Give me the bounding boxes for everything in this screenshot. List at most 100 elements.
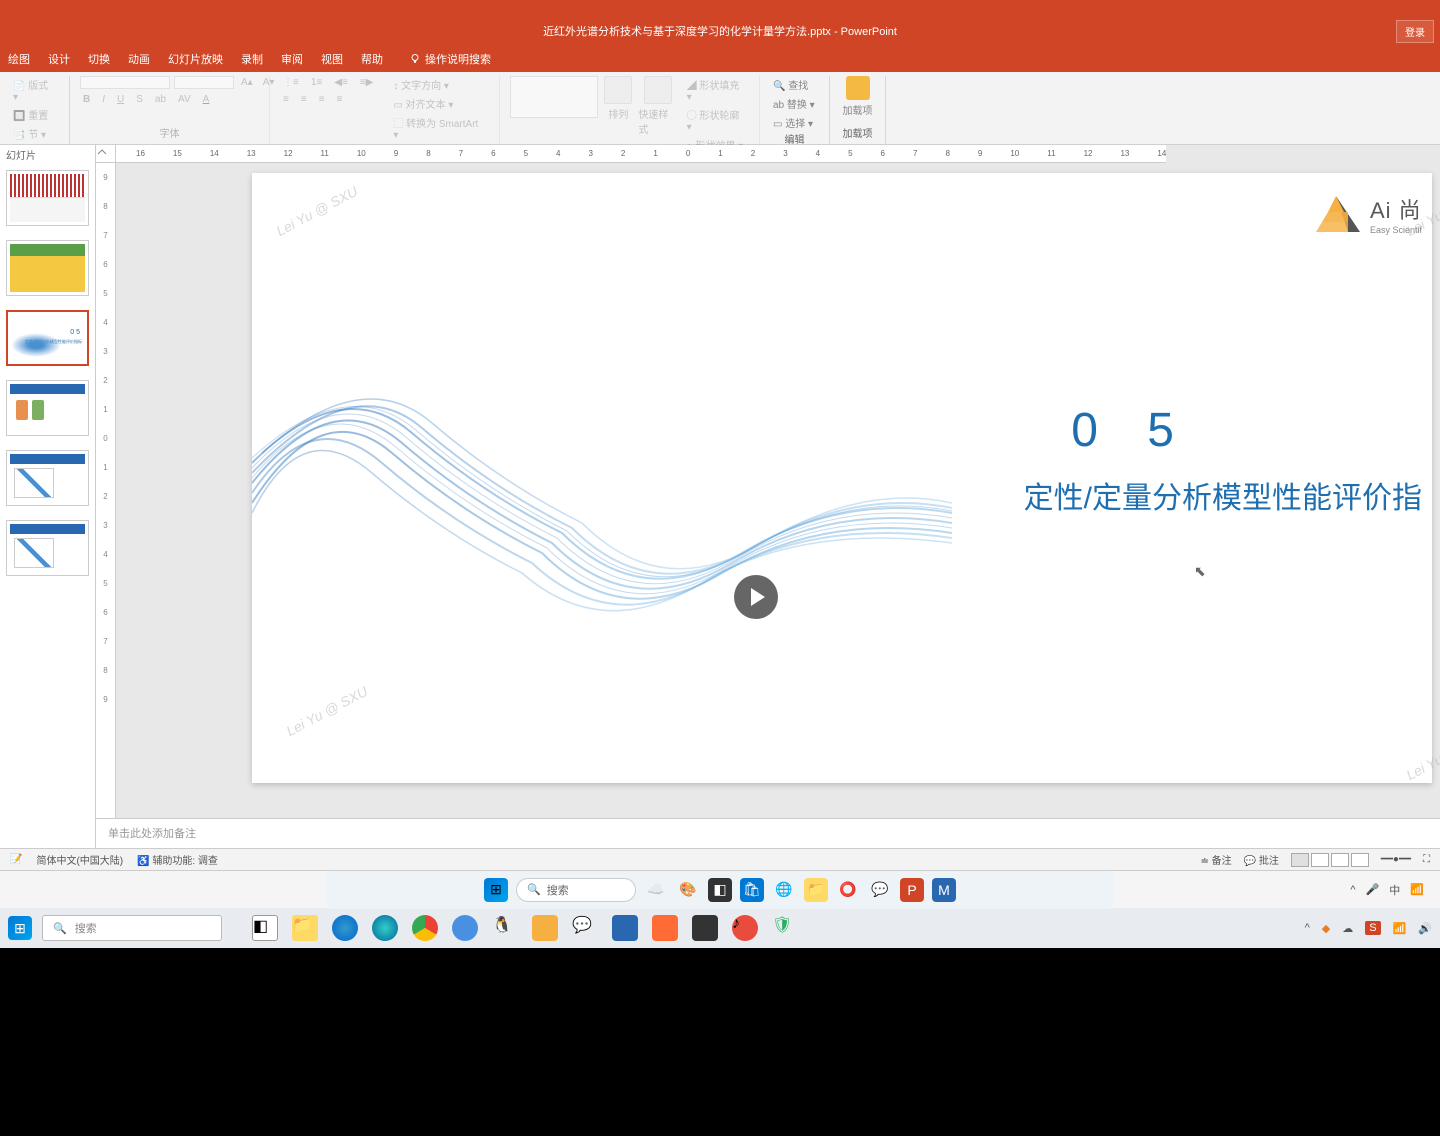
terminal-icon[interactable]: [692, 915, 718, 941]
shape-outline-button[interactable]: ◯ 形状轮廓 ▾: [684, 106, 749, 134]
align-text-button[interactable]: ▭ 对齐文本 ▾: [390, 95, 489, 112]
login-button[interactable]: 登录: [1396, 20, 1434, 43]
slide-thumbnail-active[interactable]: 0 5定性/定量分析模型性能评价指标: [6, 310, 89, 366]
addins-button[interactable]: 加载项: [843, 76, 873, 117]
reset-button[interactable]: 🔲 重置: [10, 106, 51, 123]
menu-record[interactable]: 录制: [241, 51, 263, 67]
indent-decrease-button[interactable]: ◀≡: [331, 76, 351, 89]
windows-start-button[interactable]: ⊞: [484, 878, 508, 902]
align-center-button[interactable]: ≡: [298, 93, 310, 106]
video-play-button[interactable]: [734, 575, 778, 619]
menu-help[interactable]: 帮助: [361, 51, 383, 67]
select-button[interactable]: ▭ 选择 ▾: [770, 114, 816, 131]
language-status[interactable]: 简体中文(中国大陆): [36, 852, 123, 867]
windows-start-button-outer[interactable]: ⊞: [8, 916, 32, 940]
reading-view-button[interactable]: [1331, 853, 1349, 867]
slideshow-view-button[interactable]: [1351, 853, 1369, 867]
inner-search-box[interactable]: 🔍 搜索: [516, 878, 636, 902]
chevron-up-icon[interactable]: [96, 146, 108, 158]
font-family-dropdown[interactable]: [80, 76, 170, 89]
edge-icon[interactable]: [332, 915, 358, 941]
fit-to-window-button[interactable]: ⛶: [1423, 854, 1430, 865]
ime-indicator[interactable]: 中: [1389, 882, 1400, 898]
outer-search-box[interactable]: 🔍 搜索: [42, 915, 222, 941]
tray-app-icon[interactable]: ◆: [1322, 922, 1330, 935]
smartart-button[interactable]: ⬚ 转换为 SmartArt ▾: [390, 114, 489, 142]
italic-button[interactable]: I: [99, 93, 108, 106]
find-button[interactable]: 🔍 查找: [770, 76, 811, 93]
slide-thumbnail[interactable]: [6, 380, 89, 436]
slide-thumbnails-panel[interactable]: 幻灯片 0 5定性/定量分析模型性能评价指标: [0, 145, 96, 848]
chrome-icon[interactable]: ⭕: [836, 878, 860, 902]
strikethrough-button[interactable]: S: [133, 93, 146, 106]
security-icon[interactable]: 🛡: [772, 915, 798, 941]
chevron-up-icon[interactable]: ^: [1350, 884, 1355, 896]
powerpoint-icon[interactable]: P: [900, 878, 924, 902]
layout-dropdown[interactable]: 📄 版式 ▾: [10, 76, 59, 104]
tell-me-search[interactable]: 操作说明搜索: [409, 51, 491, 67]
task-view-icon[interactable]: ◧: [708, 878, 732, 902]
task-view-icon[interactable]: ◧: [252, 915, 278, 941]
tray-chevron-icon[interactable]: ^: [1305, 922, 1310, 934]
font-size-dropdown[interactable]: [174, 76, 234, 89]
qq-icon[interactable]: 🐧: [492, 915, 518, 941]
menu-review[interactable]: 审阅: [281, 51, 303, 67]
edge-icon[interactable]: 🌐: [772, 878, 796, 902]
menu-transitions[interactable]: 切换: [88, 51, 110, 67]
bold-button[interactable]: B: [80, 93, 93, 106]
shape-fill-button[interactable]: ◢ 形状填充 ▾: [684, 76, 749, 104]
zoom-slider[interactable]: ━━●━━: [1381, 854, 1411, 865]
spellcheck-icon[interactable]: 📝: [10, 854, 22, 865]
replace-button[interactable]: ab 替换 ▾: [770, 95, 818, 112]
slide-canvas[interactable]: Lei Yu @ SXU Lei Yu @ SXU Lei Yu @ SXU L…: [116, 163, 1440, 818]
arrange-button[interactable]: 排列: [604, 76, 632, 121]
explorer-icon[interactable]: 📁: [292, 915, 318, 941]
store-icon[interactable]: 🛍: [740, 878, 764, 902]
app-blue-icon[interactable]: [612, 915, 638, 941]
sorter-view-button[interactable]: [1311, 853, 1329, 867]
align-left-button[interactable]: ≡: [280, 93, 292, 106]
slide-thumbnail[interactable]: [6, 520, 89, 576]
slide-thumbnail[interactable]: [6, 450, 89, 506]
menu-slideshow[interactable]: 幻灯片放映: [168, 51, 223, 67]
underline-button[interactable]: U: [114, 93, 127, 106]
explorer-icon[interactable]: 📁: [804, 878, 828, 902]
browser-icon[interactable]: [452, 915, 478, 941]
onedrive-icon[interactable]: ☁: [1342, 922, 1353, 935]
volume-icon[interactable]: 🔊: [1418, 922, 1432, 935]
increase-font-button[interactable]: A▴: [238, 76, 256, 89]
tray-icon[interactable]: S: [1365, 921, 1380, 935]
quick-styles-button[interactable]: 快速样式: [638, 76, 677, 136]
accessibility-status[interactable]: ♿ 辅助功能: 调查: [137, 852, 218, 867]
section-dropdown[interactable]: 📑 节 ▾: [10, 125, 49, 142]
app-yellow-icon[interactable]: [532, 915, 558, 941]
indent-increase-button[interactable]: ≡▶: [357, 76, 377, 89]
chrome-icon[interactable]: [412, 915, 438, 941]
app-icon[interactable]: M: [932, 878, 956, 902]
shadow-button[interactable]: ab: [152, 93, 169, 106]
slide-content[interactable]: Lei Yu @ SXU Lei Yu @ SXU Lei Yu @ SXU L…: [252, 173, 1432, 783]
music-icon[interactable]: ♪: [732, 915, 758, 941]
wifi-icon[interactable]: 📶: [1410, 883, 1424, 896]
menu-design[interactable]: 设计: [48, 51, 70, 67]
wechat-icon[interactable]: 💬: [572, 915, 598, 941]
copilot-icon[interactable]: 🎨: [676, 878, 700, 902]
notes-pane[interactable]: 单击此处添加备注: [96, 818, 1440, 848]
notes-toggle[interactable]: ≐ 备注: [1200, 852, 1231, 867]
text-direction-button[interactable]: ↕ 文字方向 ▾: [390, 76, 489, 93]
font-color-button[interactable]: A: [200, 93, 213, 106]
menu-draw[interactable]: 绘图: [8, 51, 30, 67]
edge-alt-icon[interactable]: [372, 915, 398, 941]
menu-view[interactable]: 视图: [321, 51, 343, 67]
comments-toggle[interactable]: 💬 批注: [1244, 852, 1279, 867]
shapes-gallery[interactable]: [510, 76, 598, 118]
microphone-icon[interactable]: 🎤: [1366, 883, 1380, 896]
weather-widget[interactable]: ☁️: [644, 878, 668, 902]
network-icon[interactable]: 📶: [1393, 922, 1407, 935]
app-orange-icon[interactable]: [652, 915, 678, 941]
slide-thumbnail[interactable]: [6, 170, 89, 226]
wechat-icon[interactable]: 💬: [868, 878, 892, 902]
align-right-button[interactable]: ≡: [316, 93, 328, 106]
justify-button[interactable]: ≡: [334, 93, 346, 106]
normal-view-button[interactable]: [1291, 853, 1309, 867]
